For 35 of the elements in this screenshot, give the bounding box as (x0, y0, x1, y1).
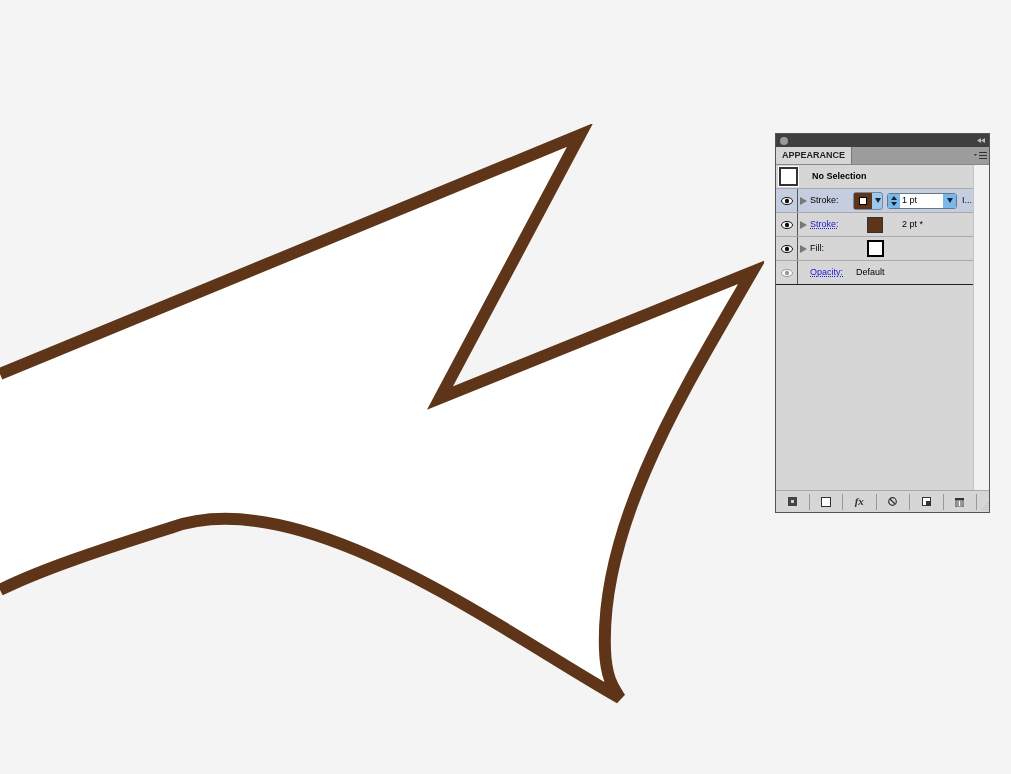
attribute-label: Stroke: (810, 193, 840, 207)
color-swatch[interactable] (867, 240, 884, 257)
stroke-weight: 2 pt * (902, 217, 923, 231)
square-icon (820, 496, 831, 507)
color-swatch[interactable] (867, 216, 883, 233)
caret-icon[interactable] (943, 193, 956, 208)
stroke-weight-field[interactable]: 1 pt (887, 192, 957, 209)
caret-icon (875, 198, 881, 203)
square-icon (787, 497, 797, 506)
scrollbar[interactable] (973, 165, 989, 490)
close-icon[interactable] (780, 136, 788, 145)
truncated-label: I... (962, 193, 972, 207)
resize-grip-icon[interactable] (981, 501, 989, 510)
expand-triangle-icon[interactable] (800, 244, 807, 253)
prohibited-icon (888, 497, 898, 506)
appearance-row[interactable]: Opacity: Default (776, 261, 973, 285)
appearance-row[interactable]: Fill: (776, 237, 973, 261)
attribute-label[interactable]: Stroke: (810, 217, 854, 232)
stroke-color-dropdown[interactable] (853, 191, 883, 210)
opacity-value: Default (856, 265, 885, 279)
attribute-label: Fill: (810, 241, 825, 255)
duplicate-icon (921, 497, 931, 506)
appearance-row[interactable]: Stroke: 1 pt I... (776, 189, 973, 213)
selection-thumbnail (779, 167, 798, 186)
stepper-icon[interactable] (888, 193, 900, 208)
appearance-row[interactable]: Stroke: 2 pt * (776, 213, 973, 237)
selection-label: No Selection (812, 169, 867, 183)
menu-icon[interactable] (974, 152, 987, 159)
attribute-label[interactable]: Opacity: (810, 265, 854, 280)
panel-tab[interactable]: APPEARANCE (776, 147, 852, 164)
effects-button[interactable]: fx (843, 493, 877, 510)
expand-triangle-icon[interactable] (800, 196, 807, 205)
trash-icon (955, 496, 965, 507)
expand-triangle-icon[interactable] (800, 220, 807, 229)
collapse-icon[interactable] (977, 138, 985, 143)
